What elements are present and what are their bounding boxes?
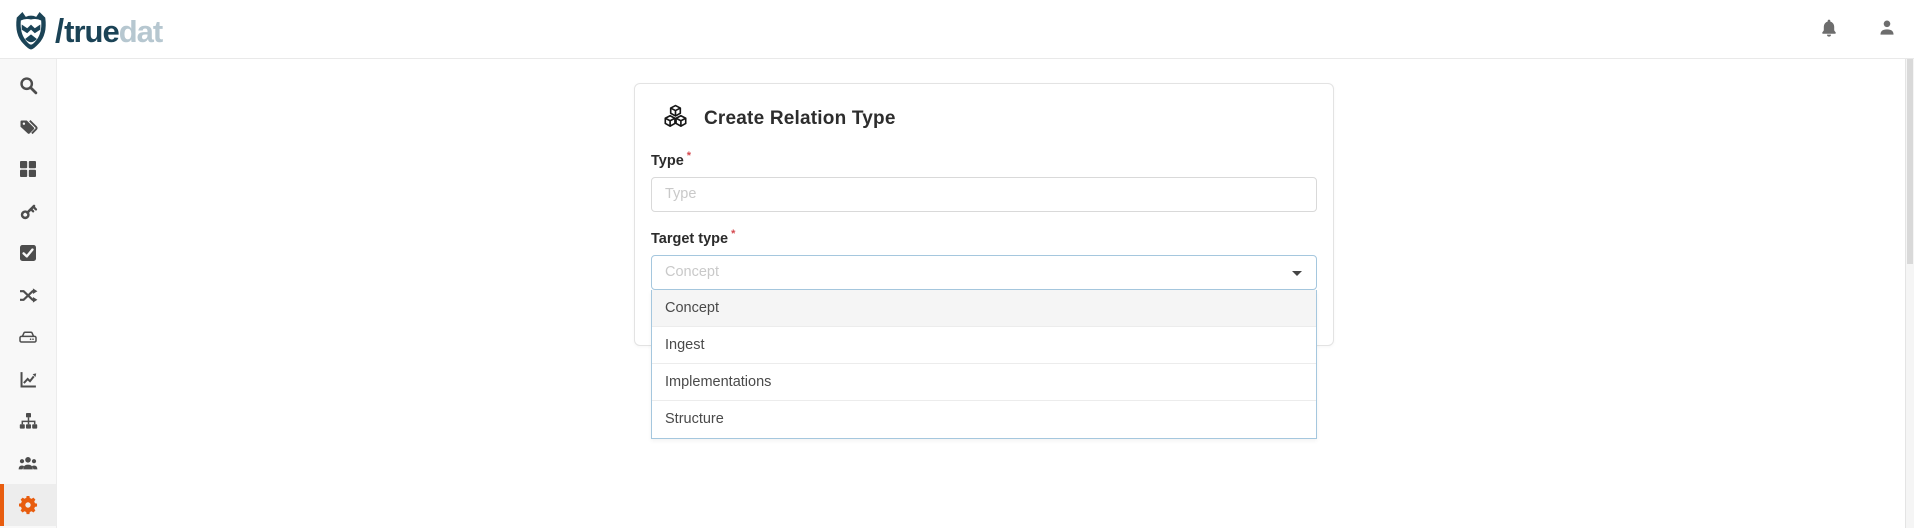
dropdown-option-implementations[interactable]: Implementations: [652, 364, 1316, 401]
sidebar-item-chart[interactable]: [0, 358, 56, 400]
sidebar-item-search[interactable]: [0, 64, 56, 106]
dropdown-option-concept[interactable]: Concept: [652, 290, 1316, 327]
top-bar: /truedat: [0, 0, 1914, 59]
user-menu-button[interactable]: [1874, 17, 1900, 43]
users-icon: [18, 454, 38, 472]
target-type-dropdown: Concept Ingest Implementations Structure: [651, 290, 1317, 439]
chevron-down-icon: [1292, 271, 1302, 276]
required-asterisk: *: [731, 228, 735, 240]
card-header: Create Relation Type: [660, 104, 1317, 134]
logo-text-secondary: dat: [119, 14, 163, 49]
type-input[interactable]: [651, 177, 1317, 212]
type-field-label: Type*: [651, 150, 1317, 169]
checkbox-icon: [19, 244, 37, 262]
sidebar-item-drive[interactable]: [0, 316, 56, 358]
logo-slash: /: [55, 12, 63, 49]
scrollbar-thumb[interactable]: [1907, 59, 1913, 264]
page-title: Create Relation Type: [704, 108, 896, 130]
app: /truedat: [0, 0, 1914, 528]
dropdown-option-ingest[interactable]: Ingest: [652, 327, 1316, 364]
sidebar-item-checkbox[interactable]: [0, 232, 56, 274]
bell-icon: [1819, 18, 1839, 41]
sidebar-item-key[interactable]: [0, 190, 56, 232]
drive-icon: [18, 328, 38, 346]
dropdown-option-structure[interactable]: Structure: [652, 401, 1316, 438]
gear-icon: [18, 495, 38, 515]
target-type-select[interactable]: Concept Concept Ingest Implementations S…: [651, 255, 1317, 290]
search-icon: [19, 76, 38, 95]
sidebar: [0, 59, 57, 528]
page-scrollbar: [1905, 59, 1914, 528]
sitemap-icon: [19, 412, 38, 430]
create-relation-type-card: Create Relation Type Type* Target type* …: [634, 83, 1334, 346]
sidebar-item-tags[interactable]: [0, 106, 56, 148]
main-content: Create Relation Type Type* Target type* …: [58, 59, 1905, 528]
sidebar-item-sitemap[interactable]: [0, 400, 56, 442]
select-placeholder: Concept: [665, 256, 719, 289]
cubes-icon: [660, 104, 691, 135]
key-icon: [19, 202, 38, 221]
header-actions: [1816, 0, 1900, 59]
owl-logo-icon: [12, 9, 50, 51]
logo-text-primary: true: [64, 14, 119, 49]
sidebar-item-users[interactable]: [0, 442, 56, 484]
user-icon: [1877, 18, 1897, 41]
sidebar-item-settings[interactable]: [0, 484, 56, 526]
sidebar-item-shuffle[interactable]: [0, 274, 56, 316]
notifications-button[interactable]: [1816, 17, 1842, 43]
shuffle-icon: [19, 286, 38, 305]
logo[interactable]: /truedat: [12, 6, 162, 54]
sidebar-item-grid[interactable]: [0, 148, 56, 190]
tags-icon: [19, 118, 38, 137]
grid-icon: [19, 160, 37, 178]
chart-icon: [19, 370, 38, 389]
required-asterisk: *: [687, 150, 691, 162]
target-type-field-label: Target type*: [651, 228, 1317, 247]
